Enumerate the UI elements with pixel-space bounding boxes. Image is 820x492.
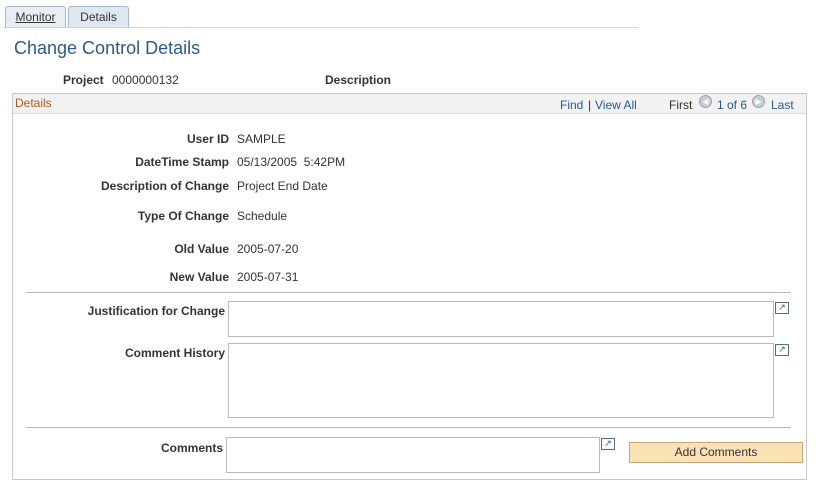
tab-underline [4, 27, 638, 28]
comments-textarea[interactable] [226, 437, 600, 473]
tab-monitor[interactable]: Monitor [5, 6, 66, 27]
comments-label: Comments [160, 441, 223, 455]
first-label[interactable]: First [669, 98, 692, 112]
pager-text: 1 of 6 [717, 98, 748, 112]
description-of-change-value: Project End Date [237, 179, 328, 193]
user-id-value: SAMPLE [237, 132, 286, 146]
new-value-label: New Value [169, 270, 229, 284]
details-box-title: Details [15, 96, 52, 110]
expand-comment-history-icon[interactable]: ↗ [775, 344, 789, 356]
user-id-label: User ID [186, 132, 229, 146]
previous-icon[interactable]: ◀ [699, 95, 712, 108]
last-link[interactable]: Last [771, 98, 794, 112]
tab-details[interactable]: Details [68, 6, 129, 28]
add-comments-button[interactable]: Add Comments [629, 442, 803, 463]
page-title: Change Control Details [14, 38, 201, 58]
justification-label: Justification for Change [87, 304, 225, 318]
type-of-change-value: Schedule [237, 209, 288, 223]
old-value-label: Old Value [174, 242, 229, 256]
separator-top [26, 292, 791, 293]
datetime-label: DateTime Stamp [135, 155, 229, 169]
project-label: Project [63, 73, 104, 87]
comment-history-label: Comment History [124, 346, 225, 360]
datetime-value: 05/13/2005 5:42PM [237, 155, 346, 169]
separator-bottom [26, 427, 791, 428]
old-value-value: 2005-07-20 [237, 242, 299, 256]
find-link[interactable]: Find [560, 98, 583, 112]
comment-history-textarea[interactable] [228, 343, 774, 418]
new-value-value: 2005-07-31 [237, 270, 299, 284]
project-value: 0000000132 [112, 73, 179, 87]
tab-details-label: Details [80, 10, 117, 24]
next-icon[interactable]: ▶ [752, 95, 765, 108]
link-separator: | [588, 98, 592, 112]
type-of-change-label: Type Of Change [137, 209, 229, 223]
details-box [12, 93, 807, 480]
view-all-link[interactable]: View All [595, 98, 637, 112]
tab-monitor-label: Monitor [15, 10, 56, 24]
expand-comments-icon[interactable]: ↗ [601, 438, 615, 450]
justification-textarea[interactable] [228, 301, 774, 337]
expand-justification-icon[interactable]: ↗ [775, 302, 789, 314]
description-label: Description [325, 73, 392, 87]
description-of-change-label: Description of Change [100, 179, 229, 193]
